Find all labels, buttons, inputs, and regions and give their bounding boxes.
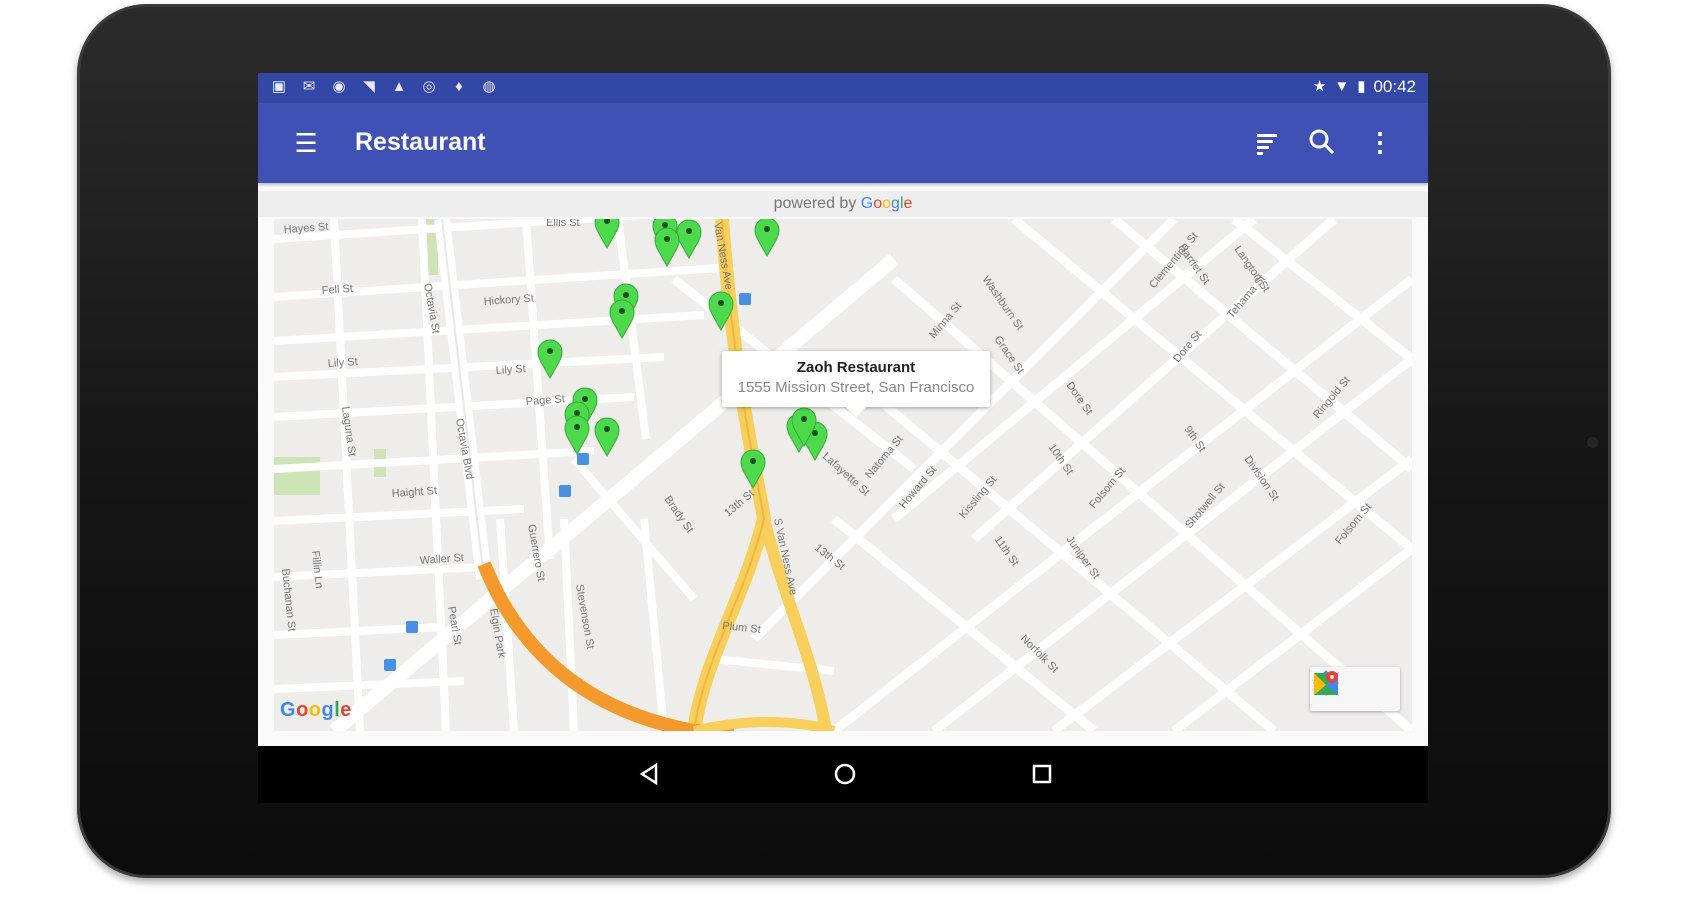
restaurant-marker[interactable] <box>594 219 620 249</box>
recents-icon[interactable] <box>1027 759 1057 789</box>
back-icon[interactable] <box>634 759 664 789</box>
restaurant-marker[interactable] <box>537 339 563 379</box>
restaurant-marker[interactable] <box>654 227 680 267</box>
google-attribution-logo: Google <box>860 195 913 212</box>
map-streets: Hayes St Ellis St Fell St Hickory St Lil… <box>274 219 1412 731</box>
selected-restaurant-marker[interactable] <box>791 407 817 447</box>
street-label: Ellis St <box>546 219 580 229</box>
star-icon: ★ <box>1312 78 1327 95</box>
street-label: Hickory St <box>483 293 534 308</box>
screen: ▣ ✉ ◉ ◥ ▲ ◎ ♦ ◍ ★ ▼ ▮ 00:42 ☰ Restaurant… <box>258 73 1428 803</box>
info-window[interactable]: Zaoh Restaurant 1555 Mission Street, San… <box>722 351 990 417</box>
light-sensor <box>1587 437 1598 448</box>
app-title: Restaurant <box>355 128 486 156</box>
restaurant-marker[interactable] <box>564 415 590 455</box>
street-label: Fillin Ln <box>309 550 325 589</box>
street-label: Dore St <box>1064 380 1095 417</box>
google-logo: Google <box>280 699 352 721</box>
restaurant-marker[interactable] <box>708 291 734 331</box>
status-right: ★ ▼ ▮ 00:42 <box>1313 78 1416 96</box>
places-attribution: powered by Google <box>258 191 1428 217</box>
street-label: Page St <box>525 393 565 408</box>
status-time: 00:42 <box>1373 77 1416 96</box>
search-icon[interactable] <box>1306 126 1338 158</box>
more-icon[interactable]: ⋮ <box>1364 126 1396 158</box>
street-label: Lily St <box>495 363 526 377</box>
restaurant-marker[interactable] <box>754 219 780 257</box>
alert-icon: ▲ <box>391 78 407 95</box>
street-label: 11th St <box>992 534 1021 569</box>
filter-icon[interactable] <box>1251 126 1283 158</box>
chat-icon: ◍ <box>482 78 496 95</box>
street-label: Brady St <box>662 494 696 535</box>
map-toolbar <box>1310 667 1400 711</box>
street-label: Stevenson St <box>573 583 596 650</box>
street-label: Fell St <box>321 283 353 297</box>
street-label: Lily St <box>327 356 358 370</box>
restaurant-marker[interactable] <box>594 417 620 457</box>
home-icon[interactable] <box>830 759 860 789</box>
map-view[interactable]: Hayes St Ellis St Fell St Hickory St Lil… <box>274 219 1412 731</box>
info-window-address: 1555 Mission Street, San Francisco <box>737 379 975 396</box>
app-bar: ☰ Restaurant ⋮ <box>258 103 1428 183</box>
google-maps-icon[interactable] <box>1310 667 1342 699</box>
info-window-title: Zaoh Restaurant <box>796 359 916 376</box>
menu-icon[interactable]: ☰ <box>292 129 320 157</box>
mail-icon: ✉ <box>302 78 316 95</box>
navigation-bar <box>258 746 1428 803</box>
street-label: 13th St <box>722 488 756 520</box>
restaurant-marker[interactable] <box>609 299 635 339</box>
restaurant-marker[interactable] <box>740 449 766 489</box>
wifi-icon: ▼ <box>1334 78 1350 95</box>
powered-by-text: powered by <box>773 195 857 212</box>
location-icon: ◎ <box>422 78 436 95</box>
notification-icons: ▣ ✉ ◉ ◥ ▲ ◎ ♦ ◍ <box>270 78 498 96</box>
street-label: Haight St <box>391 485 437 500</box>
status-bar: ▣ ✉ ◉ ◥ ▲ ◎ ♦ ◍ ★ ▼ ▮ 00:42 <box>258 73 1428 103</box>
signal-icon: ◥ <box>363 78 375 95</box>
street-label: Washburn St <box>980 274 1026 333</box>
image-icon: ▣ <box>271 78 287 95</box>
location-icon: ◉ <box>332 78 346 95</box>
battery-icon: ▮ <box>1357 78 1366 95</box>
pin-icon: ♦ <box>455 78 463 95</box>
